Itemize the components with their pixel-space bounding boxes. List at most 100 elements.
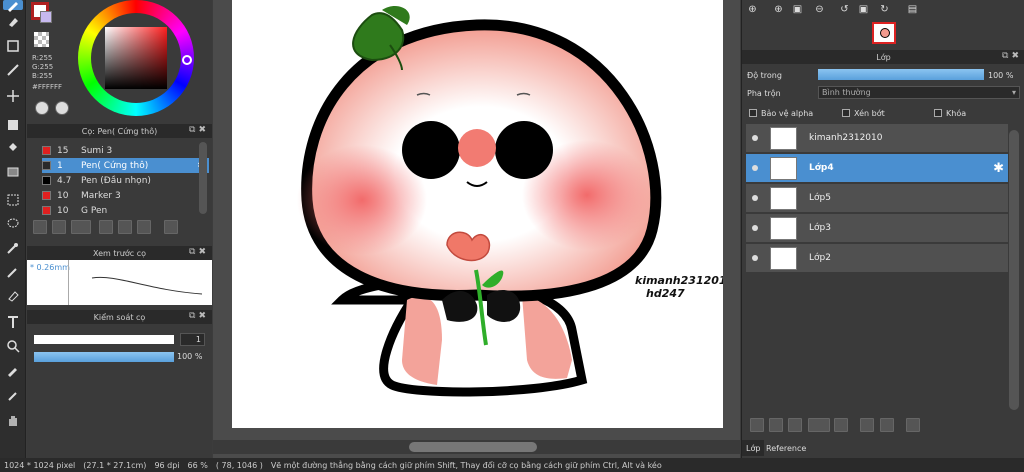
saturation-value-square[interactable] [105, 27, 167, 89]
tool-bar [0, 0, 26, 458]
layer-row[interactable]: Lớp3 [746, 214, 1008, 243]
brush-size-value[interactable]: 1 [180, 333, 205, 346]
panel-controls-icon[interactable]: ⧉✖ [1002, 51, 1022, 61]
secondary-color-swatch[interactable] [40, 11, 52, 23]
layer-opacity-slider[interactable] [818, 69, 984, 80]
brush-item[interactable]: 10 Marker 3 [42, 188, 209, 203]
brush-name: Pen( Cứng thô) [81, 160, 149, 171]
brush-size-slider[interactable] [34, 335, 174, 344]
preview-panel-header: Xem trước cọ ⧉✖ [27, 246, 212, 260]
eraser-tool-icon[interactable] [3, 12, 23, 32]
brush-color-swatch [42, 206, 51, 215]
layer-list-scrollbar[interactable] [1009, 130, 1019, 410]
layer-duplicate-icon[interactable] [860, 418, 874, 432]
zoom-in-icon[interactable]: ⊕ [745, 2, 760, 16]
layer-new-icon[interactable] [769, 418, 783, 432]
visibility-eye-icon[interactable] [746, 184, 764, 213]
text-tool-icon[interactable] [3, 312, 23, 332]
visibility-eye-icon[interactable] [746, 154, 764, 183]
brush-tool[interactable] [3, 0, 23, 12]
visibility-eye-icon[interactable] [746, 124, 764, 153]
clipping-checkbox[interactable] [842, 109, 850, 117]
panel-tab[interactable]: Reference [762, 440, 810, 456]
brush-duplicate-icon[interactable] [137, 220, 151, 234]
zoom-100-icon[interactable]: ⊕ [771, 2, 786, 16]
pipette-tool-icon[interactable] [3, 386, 23, 406]
layer-row[interactable]: Lớp5 [746, 184, 1008, 213]
palette-icon[interactable] [35, 101, 49, 115]
brush-item[interactable]: 15 Sumi 3 [42, 143, 209, 158]
move-tool-icon[interactable] [3, 86, 23, 106]
layer-name: Lớp3 [809, 223, 831, 233]
brush-item[interactable]: 1Pen( Cứng thô)✱ [42, 158, 209, 173]
layer-name: Lớp2 [809, 253, 831, 263]
brush-new-icon[interactable] [52, 220, 66, 234]
preview-divider [68, 260, 69, 305]
palette-add-icon[interactable] [55, 101, 69, 115]
left-panel: R:255 G:255 B:255 #FFFFFF Cọ: Pen( Cứng … [27, 0, 212, 458]
panel-controls-icon[interactable]: ⧉✖ [189, 311, 209, 321]
select-eraser-tool-icon[interactable] [3, 286, 23, 306]
navigator-options-icon[interactable]: ▤ [905, 2, 920, 16]
brush-copy-icon[interactable] [99, 220, 113, 234]
layer-folder-icon[interactable] [834, 418, 848, 432]
brush-panel-title: Cọ: Pen( Cứng thô) [81, 126, 158, 136]
brush-list-scrollbar[interactable] [199, 142, 207, 214]
fit-window-icon[interactable]: ▣ [790, 2, 805, 16]
layer-thumbnail [770, 156, 797, 180]
brush-opacity-slider[interactable] [34, 352, 174, 362]
layer-add-icon[interactable] [750, 418, 764, 432]
blend-mode-value: Bình thường [822, 88, 871, 97]
lasso-tool-icon[interactable] [3, 214, 23, 234]
layer-panel-title: Lớp [876, 52, 891, 62]
hue-picker[interactable] [182, 55, 192, 65]
lock-checkbox[interactable] [934, 109, 942, 117]
brush-delete-icon[interactable] [164, 220, 178, 234]
layer-thumbnail [770, 126, 797, 150]
horizontal-scroll-thumb[interactable] [409, 442, 537, 452]
visibility-eye-icon[interactable] [746, 214, 764, 243]
visibility-eye-icon[interactable] [746, 244, 764, 273]
layer-row[interactable]: Lớp4 ✱ [746, 154, 1008, 183]
zoom-out-icon[interactable]: ⊖ [812, 2, 827, 16]
select-pen-tool-icon[interactable] [3, 262, 23, 282]
layer-delete-icon[interactable] [906, 418, 920, 432]
line-tool-icon[interactable] [3, 60, 23, 80]
eyedropper-tool-icon[interactable] [3, 360, 23, 380]
gradient-tool-icon[interactable] [3, 162, 23, 182]
brush-add-icon[interactable] [33, 220, 47, 234]
preview-size-label: * 0.26mm [30, 263, 70, 272]
fill-rect-tool-icon[interactable] [3, 115, 23, 135]
artboard[interactable]: kimanh2312010 hd247 [232, 0, 735, 428]
layer-menu-icon[interactable] [808, 418, 830, 432]
operation-tool-icon[interactable] [3, 336, 23, 356]
brush-item[interactable]: 4.7 Pen (Đầu nhọn) [42, 173, 209, 188]
layer-row[interactable]: kimanh2312010 [746, 124, 1008, 153]
artwork: kimanh2312010 hd247 [297, 5, 735, 397]
brush-item[interactable]: 10 G Pen [42, 203, 209, 218]
select-rect-tool-icon[interactable] [3, 36, 23, 56]
layer-opacity-fill [818, 69, 984, 80]
protect-alpha-label: Bảo vệ alpha [761, 109, 814, 118]
transparent-color-swatch[interactable] [34, 32, 49, 47]
rotate-right-icon[interactable]: ↻ [877, 2, 892, 16]
brush-size: 1 [57, 160, 63, 171]
layer-merge-icon[interactable] [880, 418, 894, 432]
brush-menu-icon[interactable] [71, 220, 91, 234]
hand-tool-icon[interactable] [3, 410, 23, 430]
brush-folder-icon[interactable] [118, 220, 132, 234]
bucket-tool-icon[interactable] [3, 138, 23, 158]
protect-alpha-checkbox[interactable] [749, 109, 757, 117]
layer-row[interactable]: Lớp2 [746, 244, 1008, 273]
gear-icon[interactable]: ✱ [993, 161, 1004, 176]
blend-mode-select[interactable]: Bình thường ▾ [818, 86, 1020, 99]
marquee-tool-icon[interactable] [3, 190, 23, 210]
preview-panel-title: Xem trước cọ [92, 248, 146, 258]
panel-controls-icon[interactable]: ⧉✖ [189, 125, 209, 135]
panel-controls-icon[interactable]: ⧉✖ [189, 247, 209, 257]
flip-icon[interactable]: ▣ [856, 2, 871, 16]
magic-wand-tool-icon[interactable] [3, 238, 23, 258]
layer-copy-icon[interactable] [788, 418, 802, 432]
navigator-thumbnail[interactable] [872, 22, 896, 44]
rotate-left-icon[interactable]: ↺ [837, 2, 852, 16]
